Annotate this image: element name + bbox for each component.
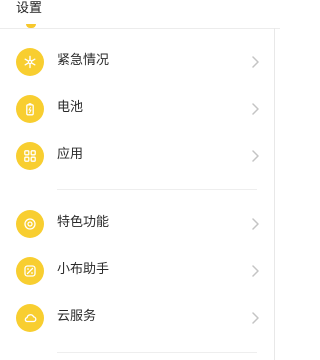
partial-icon: [26, 24, 36, 28]
settings-item-label: 应用: [57, 147, 84, 162]
chevron-right-icon: [252, 265, 259, 277]
chevron-right-icon: [252, 218, 259, 230]
battery-icon: [16, 95, 44, 123]
section-divider: [57, 352, 257, 353]
settings-item-battery[interactable]: 电池: [0, 87, 280, 131]
settings-item-label: 云服务: [57, 309, 97, 324]
settings-item-emergency[interactable]: 紧急情况: [0, 40, 280, 84]
section-divider: [57, 189, 257, 190]
cloud-icon: [16, 304, 44, 332]
settings-item-special-features[interactable]: 特色功能: [0, 202, 280, 246]
emergency-snowflake-icon: [16, 48, 44, 76]
chevron-right-icon: [252, 103, 259, 115]
special-features-icon: [16, 210, 44, 238]
settings-item-label: 小布助手: [57, 262, 110, 277]
chevron-right-icon: [252, 150, 259, 162]
settings-item-apps[interactable]: 应用: [0, 134, 280, 178]
settings-item-cloud[interactable]: 云服务: [0, 296, 280, 340]
page-title: 设置: [16, 1, 43, 16]
assistant-icon: [16, 257, 44, 285]
apps-grid-icon: [16, 142, 44, 170]
settings-screen: 设置 紧急情况 电池 应用 特色功能 小布助手 云服务: [0, 0, 280, 360]
chevron-right-icon: [252, 312, 259, 324]
settings-item-label: 紧急情况: [57, 53, 110, 68]
chevron-right-icon: [252, 56, 259, 68]
header-bar: 设置: [0, 0, 280, 29]
settings-item-label: 特色功能: [57, 215, 110, 230]
settings-item-label: 电池: [57, 100, 84, 115]
settings-item-assistant[interactable]: 小布助手: [0, 249, 280, 293]
